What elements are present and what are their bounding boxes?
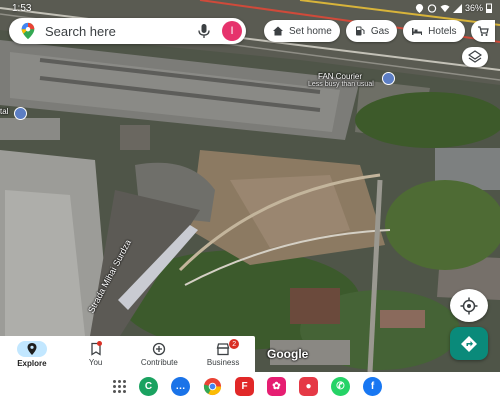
partial-place-label: tal [0, 107, 9, 116]
nav-contribute[interactable]: Contribute [128, 336, 192, 372]
chip-hotels[interactable]: Hotels [403, 20, 465, 42]
nav-label: Business [206, 357, 240, 367]
home-icon [273, 26, 283, 36]
microphone-icon[interactable] [196, 23, 212, 39]
place-marker-icon[interactable] [14, 107, 27, 120]
flower-app-icon[interactable]: ✿ [267, 376, 286, 396]
layers-icon [468, 50, 482, 63]
nav-business[interactable]: 2 Business [191, 336, 255, 372]
notification-dot [96, 341, 102, 346]
search-bar[interactable]: I [9, 18, 246, 44]
category-chips: Set home Gas Hotels [264, 20, 495, 42]
messages-icon[interactable]: … [171, 376, 190, 396]
battery-icon [486, 3, 492, 13]
nav-you[interactable]: You [64, 336, 128, 372]
gas-station-icon [355, 26, 365, 36]
chrome-icon[interactable] [203, 377, 222, 396]
layers-button[interactable] [462, 47, 488, 67]
courier-marker-icon[interactable] [382, 72, 395, 85]
search-input[interactable] [45, 23, 196, 39]
status-icons: 36% [415, 3, 492, 13]
directions-button[interactable] [450, 327, 488, 360]
app-dock: C … F ✿ ● ✆ f [0, 372, 500, 400]
status-time: 1:53 [12, 2, 32, 14]
chip-set-home[interactable]: Set home [264, 20, 340, 42]
signal-icon [452, 3, 462, 13]
directions-icon [461, 335, 477, 352]
nav-label: Explore [17, 358, 47, 368]
nav-label: You [88, 357, 103, 367]
chrome-logo-icon [203, 377, 222, 395]
satellite-imagery [0, 0, 500, 372]
place-label[interactable]: FAN Courier [318, 72, 362, 81]
cart-icon [477, 26, 489, 36]
alarm-icon [427, 3, 437, 13]
chip-label: Hotels [428, 25, 457, 37]
my-location-button[interactable] [450, 289, 488, 322]
crosshair-icon [460, 297, 478, 314]
account-avatar[interactable]: I [222, 21, 242, 41]
wifi-icon [440, 4, 450, 12]
notification-badge: 2 [229, 339, 240, 349]
screen-recorder-icon[interactable]: ● [299, 376, 318, 396]
chat-app-icon[interactable]: C [139, 376, 158, 396]
bottom-navigation: Explore You Contribute 2 Business [0, 336, 255, 372]
chip-gas[interactable]: Gas [345, 20, 398, 42]
storefront-icon [216, 342, 230, 355]
explore-pin-icon [27, 342, 37, 355]
chip-label: Set home [289, 25, 332, 37]
bed-icon [412, 28, 423, 35]
add-circle-icon [153, 342, 166, 355]
location-status-icon [415, 3, 424, 13]
nav-label: Contribute [140, 357, 178, 367]
place-subtitle: Less busy than usual [308, 81, 374, 88]
google-logo: Google [267, 347, 309, 361]
battery-percent: 36% [464, 3, 483, 13]
flipboard-icon[interactable]: F [235, 376, 254, 396]
facebook-icon[interactable]: f [363, 376, 382, 396]
whatsapp-icon[interactable]: ✆ [331, 376, 350, 396]
status-bar: 1:53 36% [0, 0, 500, 16]
maps-pin-icon [21, 22, 35, 40]
chip-label: Gas [370, 25, 390, 37]
nav-explore[interactable]: Explore [0, 336, 64, 372]
active-indicator [16, 340, 47, 357]
satellite-map[interactable]: tal FAN Courier Less busy than usual Str… [0, 0, 500, 372]
app-drawer-icon[interactable] [112, 379, 126, 393]
chip-shopping[interactable] [470, 20, 495, 42]
